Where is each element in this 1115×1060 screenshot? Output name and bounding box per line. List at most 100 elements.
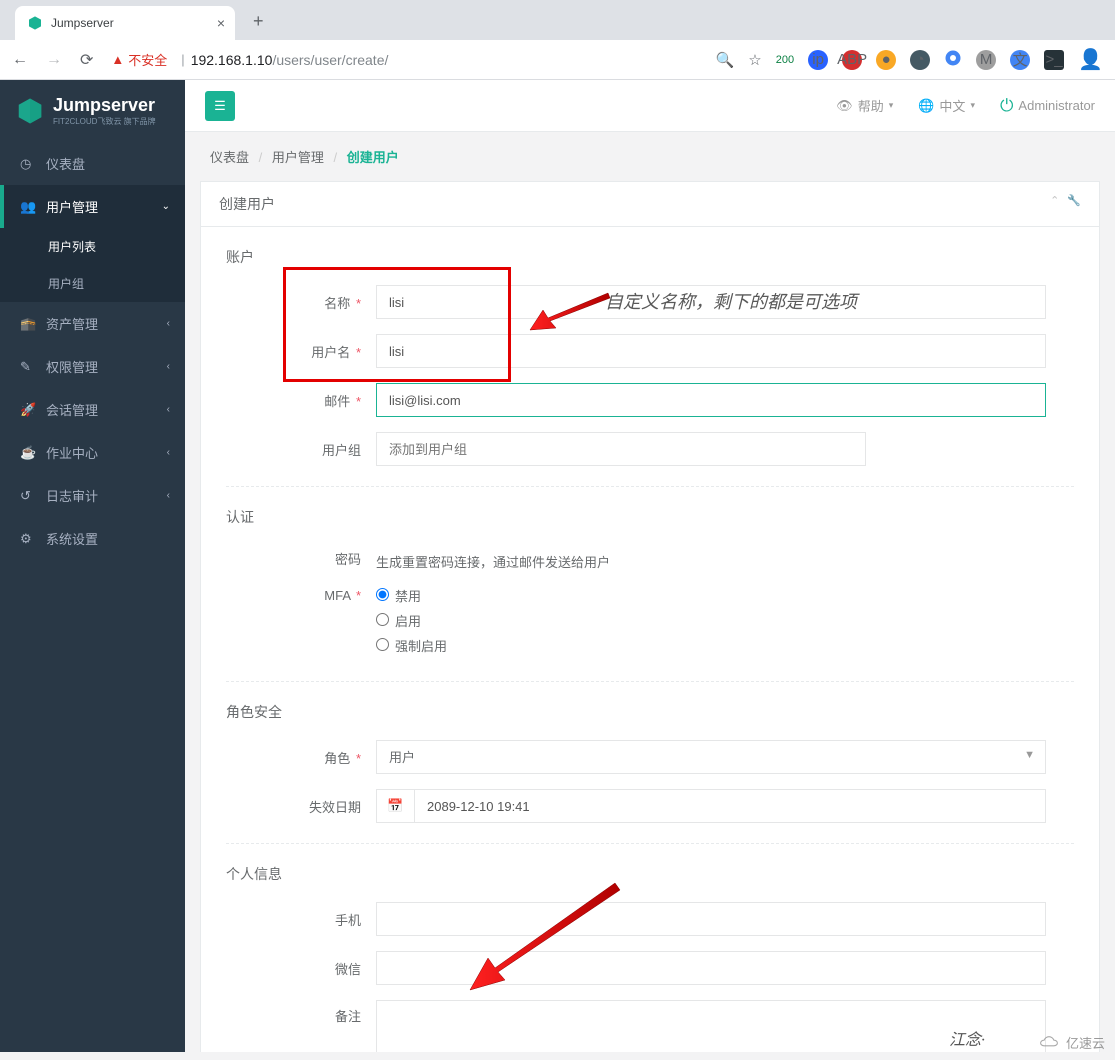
tab-title: Jumpserver	[51, 16, 114, 30]
chevron-left-icon: ‹	[167, 447, 170, 458]
nav-label: 会话管理	[46, 400, 98, 419]
nav-log-audit[interactable]: ↺ 日志审计 ‹	[0, 474, 185, 517]
ext-icon-terminal[interactable]: >_	[1044, 50, 1064, 70]
power-icon: ⏻	[1000, 96, 1013, 116]
label-remark: 备注	[226, 1000, 376, 1025]
nav-session-management[interactable]: 🚀 会话管理 ‹	[0, 388, 185, 431]
ext-icon-m[interactable]: M	[976, 50, 996, 70]
radio-mfa-disable[interactable]: 禁用	[376, 586, 447, 605]
breadcrumb-current: 创建用户	[347, 150, 399, 165]
chevron-down-icon: ▾	[889, 100, 894, 111]
security-warning[interactable]: ▲ 不安全	[111, 50, 167, 69]
input-email[interactable]	[376, 383, 1046, 417]
warning-icon: ▲	[111, 52, 124, 67]
label-mfa: MFA *	[226, 586, 376, 603]
nav-user-group[interactable]: 用户组	[0, 265, 185, 302]
breadcrumb: 仪表盘 / 用户管理 / 创建用户	[185, 132, 1115, 181]
nav-asset-management[interactable]: 🕋 资产管理 ‹	[0, 302, 185, 345]
reload-icon[interactable]: ⟳	[80, 50, 93, 70]
coffee-icon: ☕	[20, 445, 36, 461]
radio-mfa-enable[interactable]: 启用	[376, 611, 447, 630]
zoom-icon[interactable]: 🔍	[716, 51, 735, 69]
forward-icon[interactable]: →	[46, 51, 62, 69]
help-menu[interactable]: 👁 帮助 ▾	[836, 96, 893, 115]
language-menu[interactable]: 🌐 中文 ▾	[918, 96, 975, 115]
input-remark[interactable]	[376, 1000, 1046, 1052]
label-expire: 失效日期	[226, 797, 376, 816]
watermark-text: 亿速云	[1066, 1033, 1105, 1052]
radio-mfa-force[interactable]: 强制启用	[376, 636, 447, 655]
dashboard-icon: ◷	[20, 156, 36, 172]
eye-icon: 👁	[836, 98, 853, 114]
select-role[interactable]: 用户 ▼	[376, 740, 1046, 774]
admin-menu[interactable]: ⏻ Administrator	[1000, 96, 1095, 116]
chevron-down-icon: ⌄	[162, 201, 170, 212]
nav-system-settings[interactable]: ⚙ 系统设置	[0, 517, 185, 560]
star-icon[interactable]: ☆	[748, 51, 761, 69]
history-icon: ↺	[20, 488, 36, 504]
nav-dashboard[interactable]: ◷ 仪表盘	[0, 142, 185, 185]
label-usergroup: 用户组	[226, 440, 376, 459]
chevron-down-icon: ▼	[1024, 749, 1035, 761]
label-username: 用户名 *	[226, 342, 376, 361]
topbar: ☰ 👁 帮助 ▾ 🌐 中文 ▾ ⏻ Administrator	[185, 80, 1115, 132]
url-host[interactable]: 192.168.1.10	[191, 52, 273, 68]
sidebar: Jumpserver FIT2CLOUD飞致云 旗下品牌 ◷ 仪表盘 👥 用户管…	[0, 80, 185, 1052]
profile-icon[interactable]: 👤	[1078, 47, 1103, 72]
collapse-icon[interactable]: ⌃	[1050, 194, 1059, 214]
password-hint: 生成重置密码连接，通过邮件发送给用户	[376, 545, 610, 571]
breadcrumb-dashboard[interactable]: 仪表盘	[210, 150, 249, 165]
nav-label: 系统设置	[46, 529, 98, 548]
nav-label: 仪表盘	[46, 154, 85, 173]
label-phone: 手机	[226, 910, 376, 929]
badge-200: 200	[776, 54, 794, 66]
select-role-value: 用户	[389, 750, 415, 765]
insecure-label: 不安全	[128, 50, 167, 69]
input-wechat[interactable]	[376, 951, 1046, 985]
logo[interactable]: Jumpserver FIT2CLOUD飞致云 旗下品牌	[0, 80, 185, 142]
logo-text: Jumpserver	[53, 95, 156, 116]
ext-icon-3[interactable]: ●	[876, 50, 896, 70]
signature: 江念·	[949, 1026, 985, 1050]
input-expire-date[interactable]	[414, 789, 1046, 823]
new-tab-button[interactable]: +	[253, 11, 264, 32]
back-icon[interactable]: ←	[12, 51, 28, 69]
wrench-icon[interactable]: 🔧	[1067, 194, 1081, 214]
chevron-left-icon: ‹	[167, 318, 170, 329]
tab-close-icon[interactable]: ×	[217, 15, 225, 31]
browser-tab[interactable]: Jumpserver ×	[15, 6, 235, 40]
input-username[interactable]	[376, 334, 1046, 368]
nav-user-list[interactable]: 用户列表	[0, 228, 185, 265]
ext-icon-4[interactable]: ◔	[910, 50, 930, 70]
logo-icon	[15, 96, 45, 126]
sidebar-toggle-button[interactable]: ☰	[205, 91, 235, 121]
gears-icon: ⚙	[20, 531, 36, 547]
ext-icon-1[interactable]: ip	[808, 50, 828, 70]
annotation-text-1: 自定义名称，剩下的都是可选项	[605, 288, 857, 314]
lang-label: 中文	[939, 96, 965, 115]
nav-label: 资产管理	[46, 314, 98, 333]
section-role-security: 角色安全	[226, 702, 1074, 722]
section-personal: 个人信息	[226, 864, 1074, 884]
url-path[interactable]: /users/user/create/	[272, 52, 388, 68]
help-label: 帮助	[858, 96, 884, 115]
rocket-icon: 🚀	[20, 402, 36, 418]
label-email: 邮件 *	[226, 391, 376, 410]
address-bar-right: 🔍 ☆ 200 ip ABP ● ◔ M 文 >_ 👤	[716, 47, 1103, 72]
asset-icon: 🕋	[20, 316, 36, 332]
ext-icon-translate[interactable]: 文	[1010, 50, 1030, 70]
label-wechat: 微信	[226, 959, 376, 978]
calendar-icon[interactable]: 📅	[376, 789, 414, 823]
ext-icon-abp[interactable]: ABP	[842, 50, 862, 70]
section-auth: 认证	[226, 507, 1074, 527]
input-usergroup[interactable]	[376, 432, 866, 466]
chevron-down-icon: ▾	[970, 100, 975, 111]
ext-icon-chrome[interactable]	[944, 49, 962, 71]
address-bar: ← → ⟳ ▲ 不安全 | 192.168.1.10/users/user/cr…	[0, 40, 1115, 80]
input-phone[interactable]	[376, 902, 1046, 936]
nav-permission-management[interactable]: ✎ 权限管理 ‹	[0, 345, 185, 388]
nav-user-management[interactable]: 👥 用户管理 ⌄	[0, 185, 185, 228]
breadcrumb-user-mgmt[interactable]: 用户管理	[272, 150, 324, 165]
nav-job-center[interactable]: ☕ 作业中心 ‹	[0, 431, 185, 474]
main-content: ☰ 👁 帮助 ▾ 🌐 中文 ▾ ⏻ Administrator 仪	[185, 80, 1115, 1052]
